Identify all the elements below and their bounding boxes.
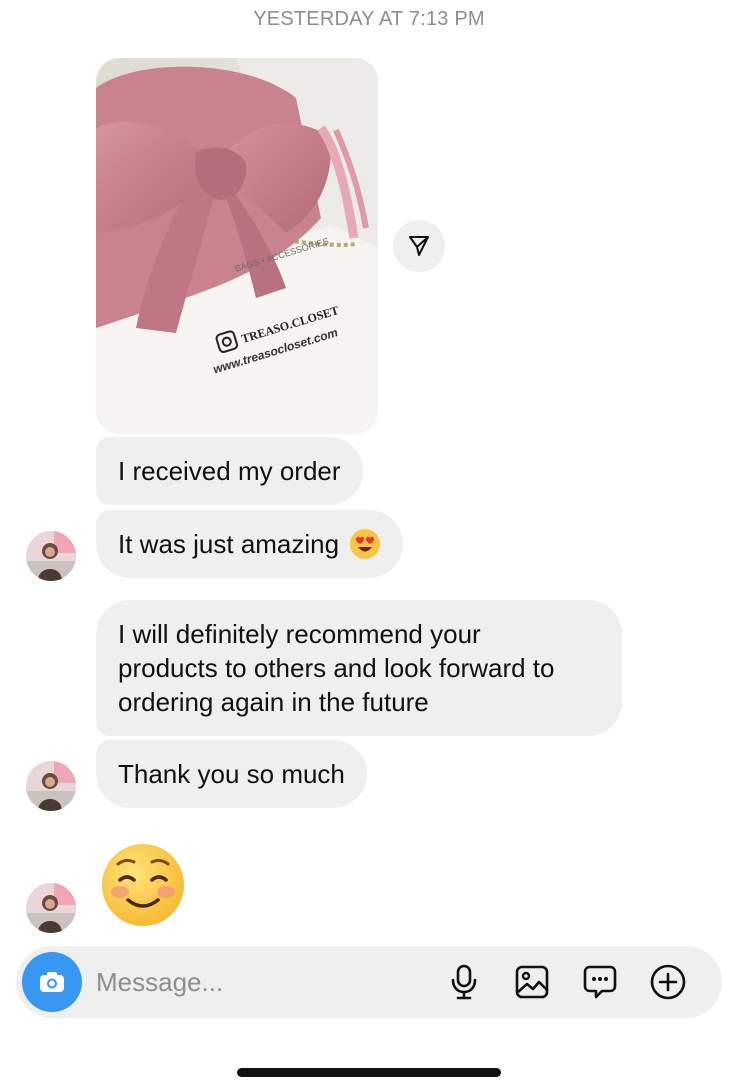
sticker-button[interactable] xyxy=(580,962,620,1002)
camera-icon xyxy=(40,972,64,992)
message-bubble[interactable]: Thank you so much xyxy=(96,740,367,808)
message-line: ordering again in the future xyxy=(118,687,429,717)
user-photo xyxy=(26,761,76,811)
message-text-block: I will definitely recommend your product… xyxy=(118,617,554,719)
send-icon xyxy=(409,236,429,256)
user-photo xyxy=(26,883,76,933)
message-timestamp: YESTERDAY AT 7:13 PM xyxy=(253,8,485,30)
message-input[interactable] xyxy=(96,964,436,1000)
microphone-icon xyxy=(451,964,477,1000)
message-bubble[interactable]: I will definitely recommend your product… xyxy=(96,600,622,736)
message-bubble[interactable]: I received my order xyxy=(96,437,363,505)
message-line: I will definitely recommend your xyxy=(118,619,481,649)
chat-screen: YESTERDAY AT 7:13 PM BAGS • ACCESSORIES … xyxy=(0,0,738,1092)
more-options-button[interactable] xyxy=(648,962,688,1002)
message-text: I received my order xyxy=(118,456,341,486)
gallery-icon xyxy=(515,965,549,999)
gallery-button[interactable] xyxy=(512,962,552,1002)
heart-eyes-emoji-icon xyxy=(350,529,381,559)
share-photo-button[interactable] xyxy=(393,220,445,272)
sticker-icon xyxy=(583,965,617,999)
message-line: products to others and look forward to xyxy=(118,653,555,683)
shared-photo[interactable]: BAGS • ACCESSORIES TREASO.CLOSET www.tre… xyxy=(96,58,378,434)
user-photo xyxy=(26,531,76,581)
product-photo-illustration: BAGS • ACCESSORIES TREASO.CLOSET www.tre… xyxy=(96,58,378,434)
avatar[interactable] xyxy=(26,531,76,581)
message-text: It was just amazing xyxy=(118,529,340,559)
microphone-button[interactable] xyxy=(444,962,484,1002)
smiling-blush-emoji-icon[interactable] xyxy=(100,842,186,928)
message-bubble[interactable]: It was just amazing xyxy=(96,510,404,578)
avatar[interactable] xyxy=(26,883,76,933)
home-indicator[interactable] xyxy=(237,1068,501,1077)
camera-button[interactable] xyxy=(22,952,82,1012)
message-text: Thank you so much xyxy=(118,759,345,789)
avatar[interactable] xyxy=(26,761,76,811)
plus-icon xyxy=(650,964,686,1000)
message-composer xyxy=(16,946,722,1018)
